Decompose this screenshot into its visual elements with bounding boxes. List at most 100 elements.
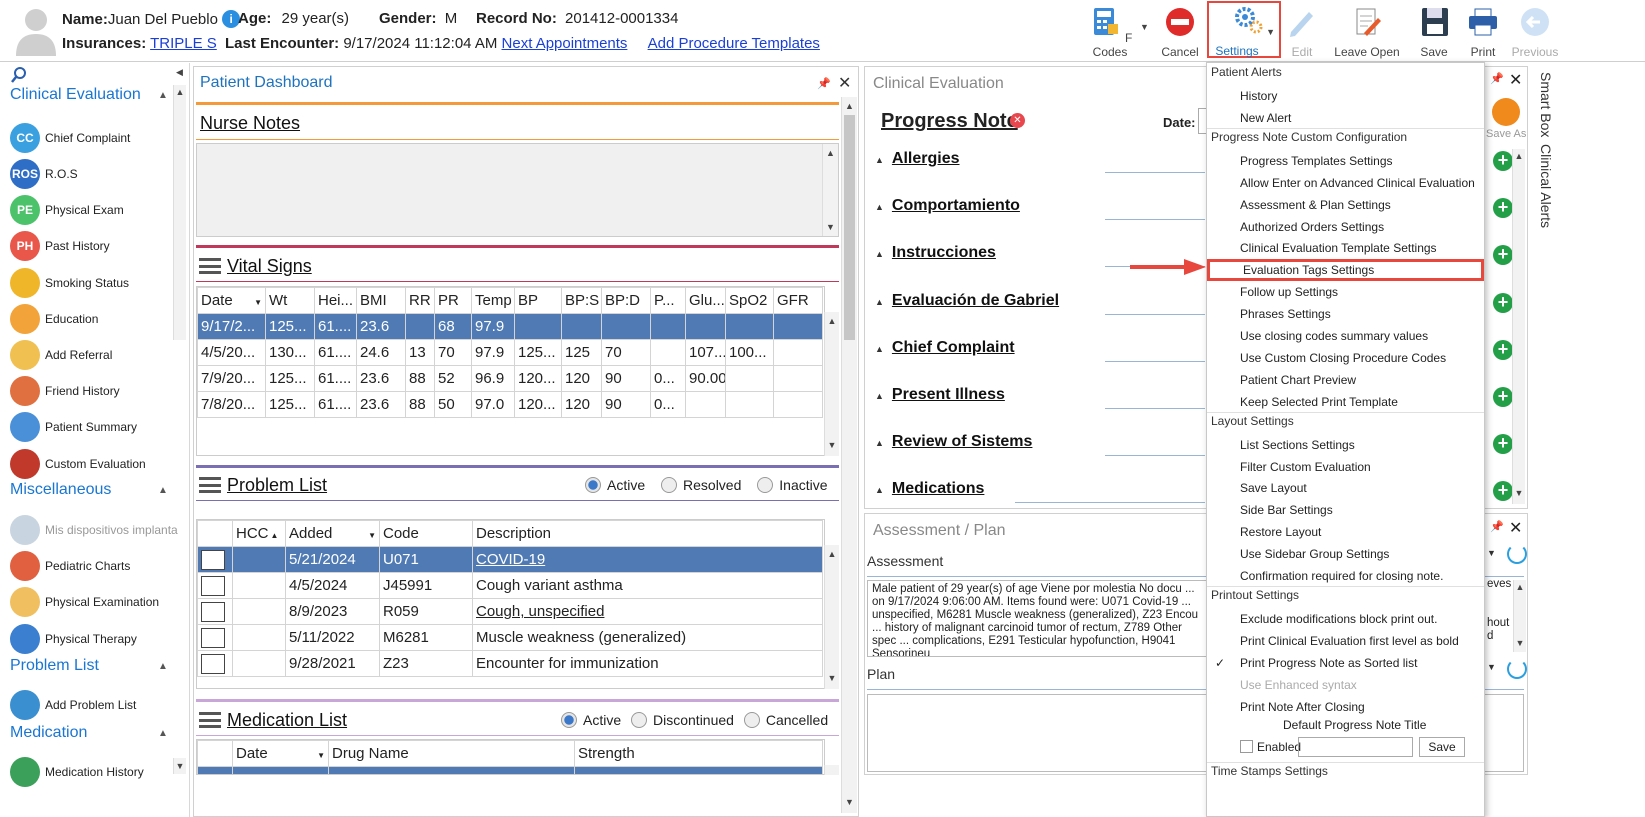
menu-item-clinical-evaluation-template-settings[interactable]: Clinical Evaluation Template Settings [1207, 237, 1484, 259]
menu-item-assessment-plan-settings[interactable]: Assessment & Plan Settings [1207, 194, 1484, 216]
sidebar-item-physical-examination[interactable]: Physical Examination [10, 587, 180, 617]
column-header[interactable] [197, 520, 233, 547]
menu-item-filter-custom-evaluation[interactable]: Filter Custom Evaluation [1207, 456, 1484, 478]
radio-resolved[interactable]: Resolved [661, 477, 741, 493]
expand-triangle-icon[interactable]: ▲ [875, 485, 884, 495]
cancel-button[interactable]: Cancel [1160, 4, 1200, 59]
radio-cancelled[interactable]: Cancelled [743, 712, 828, 728]
next-appointments-link[interactable]: Next Appointments [502, 35, 628, 52]
column-header[interactable]: Glu... [685, 287, 726, 314]
radio-active[interactable]: Active [585, 477, 645, 493]
pin-icon[interactable]: 📌 [817, 77, 831, 90]
sidebar-item-patient-summary[interactable]: Patient Summary [10, 412, 180, 442]
table-row[interactable]: 7/9/20... 125... 61.... 23.6 88 52 96.9 120... 1… [197, 365, 823, 392]
plan-dropdown-icon[interactable]: ▼ [1487, 662, 1496, 672]
close-icon[interactable]: ✕ [838, 73, 851, 93]
table-row[interactable]: 8/9/2023 R059 Cough, unspecified [197, 598, 823, 625]
menu-item-keep-selected-print-template[interactable]: Keep Selected Print Template [1207, 391, 1484, 413]
column-header[interactable]: Wt [265, 287, 315, 314]
fcodes-button[interactable]: F Codes [1087, 4, 1133, 59]
default-title-input[interactable] [1298, 737, 1413, 758]
default-title-save-button[interactable]: Save [1419, 737, 1465, 758]
expand-triangle-icon[interactable]: ▲ [875, 249, 884, 259]
print-button[interactable]: Print [1466, 4, 1500, 59]
column-header[interactable]: Temp [471, 287, 515, 314]
expand-triangle-icon[interactable]: ▲ [875, 344, 884, 354]
menu-item-exclude-modifications-block-print-out[interactable]: Exclude modifications block print out. [1207, 608, 1484, 630]
expand-triangle-icon[interactable]: ▲ [875, 391, 884, 401]
row-checkbox[interactable] [201, 653, 225, 674]
menu-item-list-sections-settings[interactable]: List Sections Settings [1207, 434, 1484, 456]
collapse-sidebar-icon[interactable]: ◀ [176, 67, 183, 78]
scroll-thumb[interactable] [844, 115, 855, 340]
column-header[interactable] [197, 740, 233, 767]
menu-item-use-closing-codes-summary-values[interactable]: Use closing codes summary values [1207, 325, 1484, 347]
sidebar-item-chief-complaint[interactable]: CC Chief Complaint [10, 123, 180, 153]
smart-box-tab[interactable]: Smart Box [1538, 72, 1554, 137]
column-header[interactable]: Description [472, 520, 823, 547]
clinical-scrollbar[interactable]: ▲ ▼ [1512, 149, 1525, 504]
close-icon[interactable]: ✕ [1509, 518, 1522, 538]
table-row[interactable]: 7/8/20... 125... 61.... 23.6 88 50 97.0 120... 1… [197, 391, 823, 418]
sidebar-item-physical-therapy[interactable]: Physical Therapy [10, 624, 180, 654]
column-header[interactable]: Drug Name [328, 740, 575, 767]
radio-med-active[interactable]: Active [561, 712, 621, 728]
column-header[interactable]: P... [650, 287, 686, 314]
collapse-caret-icon[interactable]: ▲ [158, 661, 168, 672]
problems-scrollbar[interactable]: ▲ ▼ [824, 545, 839, 689]
section-medications[interactable]: ▲ Medications [875, 480, 1195, 498]
sidebar-item-education[interactable]: Education [10, 304, 180, 334]
menu-icon[interactable] [199, 258, 221, 274]
row-checkbox[interactable] [201, 549, 225, 570]
sidebar-section-medication[interactable]: Medication ▲ [10, 724, 168, 742]
sidebar-item-pediatric-charts[interactable]: Pediatric Charts [10, 551, 180, 581]
column-header[interactable]: Code [379, 520, 473, 547]
sidebar-item-friend-history[interactable]: Friend History [10, 376, 180, 406]
settings-button[interactable]: Settings ▼ [1207, 1, 1281, 58]
row-checkbox[interactable] [201, 575, 225, 596]
add-section-icon[interactable]: + [1493, 198, 1513, 219]
insurance-link[interactable]: TRIPLE S [150, 35, 217, 52]
pin-icon[interactable]: 📌 [1490, 520, 1504, 533]
menu-item-use-sidebar-group-settings[interactable]: Use Sidebar Group Settings [1207, 543, 1484, 565]
sidebar-item-smoking-status[interactable]: Smoking Status [10, 268, 180, 298]
table-row[interactable]: 4/5/20... 130... 61.... 24.6 13 70 97.9 125... 1… [197, 339, 823, 366]
column-header[interactable]: BMI [356, 287, 406, 314]
add-procedure-templates-link[interactable]: Add Procedure Templates [648, 35, 820, 52]
menu-item-evaluation-tags-settings[interactable]: Evaluation Tags Settings [1207, 259, 1484, 282]
menu-item-use-custom-closing-procedure-codes[interactable]: Use Custom Closing Procedure Codes [1207, 347, 1484, 369]
menu-item-print-clinical-evaluation-first-level-as-bold[interactable]: Print Clinical Evaluation first level as… [1207, 630, 1484, 652]
refresh-icon[interactable] [1507, 659, 1527, 679]
remove-note-icon[interactable]: ✕ [1010, 113, 1025, 128]
expand-triangle-icon[interactable]: ▲ [875, 202, 884, 212]
column-header[interactable]: Date ▼ [197, 287, 266, 314]
sidebar-item-r-o-s[interactable]: ROS R.O.S [10, 159, 180, 189]
add-section-icon[interactable]: + [1493, 292, 1513, 313]
close-icon[interactable]: ✕ [1509, 70, 1522, 90]
menu-item-print-note-after-closing[interactable]: Print Note After Closing [1207, 696, 1484, 718]
menu-item-authorized-orders-settings[interactable]: Authorized Orders Settings [1207, 216, 1484, 238]
section-review-of-sistems[interactable]: ▲ Review of Sistems [875, 433, 1195, 451]
row-checkbox[interactable] [201, 627, 225, 648]
sidebar-item-custom-evaluation[interactable]: Custom Evaluation [10, 449, 180, 479]
expand-triangle-icon[interactable]: ▲ [875, 155, 884, 165]
menu-item-print-progress-note-as-sorted-list[interactable]: ✓ Print Progress Note as Sorted list [1207, 652, 1484, 674]
radio-inactive[interactable]: Inactive [757, 477, 828, 493]
column-header[interactable]: Strength [574, 740, 823, 767]
column-header[interactable]: BP:D [601, 287, 651, 314]
enabled-checkbox[interactable] [1240, 740, 1253, 754]
section-present-illness[interactable]: ▲ Present Illness [875, 386, 1195, 404]
section-evaluaci-n-de-gabriel[interactable]: ▲ Evaluación de Gabriel [875, 292, 1195, 310]
add-section-icon[interactable]: + [1493, 245, 1513, 266]
add-section-icon[interactable]: + [1493, 434, 1513, 455]
menu-item-confirmation-required-for-closing-note[interactable]: Confirmation required for closing note. [1207, 565, 1484, 587]
column-header[interactable]: Date ▼ [232, 740, 329, 767]
table-row[interactable]: 9/28/2021 Z23 Encounter for immunization [197, 650, 823, 677]
menu-item-side-bar-settings[interactable]: Side Bar Settings [1207, 499, 1484, 521]
sidebar-section-problem-list[interactable]: Problem List ▲ [10, 657, 168, 675]
sidebar-section-clinical-evaluation[interactable]: Clinical Evaluation ▲ [10, 86, 168, 104]
add-section-icon[interactable]: + [1493, 481, 1513, 502]
menu-item-phrases-settings[interactable]: Phrases Settings [1207, 303, 1484, 325]
column-header[interactable]: BP [514, 287, 562, 314]
section-allergies[interactable]: ▲ Allergies [875, 150, 1195, 168]
